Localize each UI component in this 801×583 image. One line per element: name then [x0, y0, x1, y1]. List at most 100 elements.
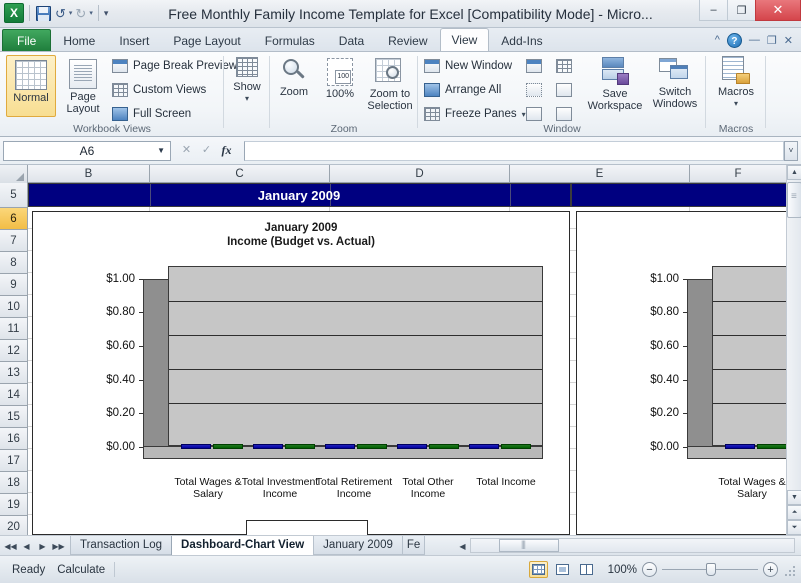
vertical-scrollbar[interactable]: ▲ ▼ ⏶ ⏷ — [786, 165, 801, 535]
sheet-tab-february[interactable]: Fe — [402, 536, 425, 555]
column-header-E[interactable]: E — [510, 165, 690, 183]
cancel-formula-button[interactable]: ✕ — [179, 143, 194, 158]
restore-button[interactable]: ❐ — [727, 0, 756, 21]
zoom-slider-knob[interactable] — [706, 563, 716, 576]
row-header-12[interactable]: 12 — [0, 340, 28, 362]
save-workspace-button[interactable]: Save Workspace — [584, 56, 646, 112]
page-layout-button[interactable]: Page Layout — [58, 55, 108, 117]
scroll-up-button[interactable]: ▲ — [787, 165, 801, 180]
column-header-F[interactable]: F — [690, 165, 787, 183]
row-header-18[interactable]: 18 — [0, 472, 28, 494]
custom-views-button[interactable]: Custom Views — [112, 81, 206, 99]
chevron-down-icon[interactable]: ▾ — [734, 98, 738, 110]
doc-restore-icon[interactable]: ❐ — [767, 34, 777, 47]
unhide-button[interactable] — [526, 105, 542, 123]
page-break-view-status-button[interactable] — [577, 561, 596, 578]
zoom-level-label[interactable]: 100% — [601, 564, 637, 576]
tab-insert[interactable]: Insert — [107, 29, 161, 51]
doc-close-icon[interactable]: ✕ — [784, 34, 793, 47]
sheet-tab-dashboard-chart-view[interactable]: Dashboard-Chart View — [171, 536, 314, 556]
page-break-preview-button[interactable]: Page Break Preview — [112, 57, 237, 75]
first-sheet-button[interactable]: ◀◀ — [3, 539, 18, 553]
zoom-button[interactable]: Zoom — [270, 58, 318, 98]
close-button[interactable]: ✕ — [755, 0, 801, 21]
tab-view[interactable]: View — [440, 28, 490, 51]
row-header-13[interactable]: 13 — [0, 362, 28, 384]
resize-grip[interactable] — [783, 564, 795, 576]
horizontal-scrollbar[interactable] — [470, 538, 795, 553]
row-header-14[interactable]: 14 — [0, 384, 28, 406]
tab-page-layout[interactable]: Page Layout — [161, 29, 252, 51]
zoom-to-selection-button[interactable]: Zoom to Selection — [362, 58, 418, 112]
scroll-down-button[interactable]: ▼ — [787, 490, 801, 505]
switch-windows-button[interactable]: Switch Windows — [646, 56, 704, 110]
row-header-17[interactable]: 17 — [0, 450, 28, 472]
vertical-scroll-thumb[interactable] — [787, 182, 801, 218]
row-header-11[interactable]: 11 — [0, 318, 28, 340]
collapse-ribbon-icon[interactable]: ^ — [715, 34, 720, 46]
zoom-out-button[interactable]: − — [642, 562, 657, 577]
previous-page-button[interactable]: ⏶ — [787, 505, 801, 520]
row-header-9[interactable]: 9 — [0, 274, 28, 296]
arrange-all-button[interactable]: Arrange All — [424, 81, 501, 99]
next-page-button[interactable]: ⏷ — [787, 520, 801, 535]
column-header-B[interactable]: B — [28, 165, 150, 183]
chart1-legend[interactable] — [246, 520, 368, 535]
show-button[interactable]: Show ▾ — [221, 57, 273, 105]
chart-february-2009[interactable]: Inc $1.00 $0.80 $0.60 $0.40 $0.20 $0.00 — [576, 211, 787, 535]
row-header-10[interactable]: 10 — [0, 296, 28, 318]
name-box[interactable]: A6 ▼ — [3, 141, 171, 161]
horizontal-scroll-thumb[interactable] — [499, 539, 559, 552]
freeze-panes-button[interactable]: Freeze Panes ▾ — [424, 105, 526, 123]
row-header-7[interactable]: 7 — [0, 230, 28, 252]
column-header-C[interactable]: C — [150, 165, 330, 183]
tab-review[interactable]: Review — [376, 29, 439, 51]
zoom-100-button[interactable]: 100 100% — [316, 58, 364, 100]
tab-add-ins[interactable]: Add-Ins — [489, 29, 554, 51]
split-button[interactable] — [526, 57, 542, 75]
sheet-tab-january-2009[interactable]: January 2009 — [313, 536, 403, 555]
expand-formula-bar-button[interactable]: ˅ — [784, 141, 798, 161]
synchronous-scrolling-button[interactable] — [556, 81, 572, 99]
next-sheet-button[interactable]: ▶ — [35, 539, 50, 553]
zoom-slider[interactable] — [662, 562, 758, 577]
formula-input[interactable] — [244, 141, 784, 161]
row-header-19[interactable]: 19 — [0, 494, 28, 516]
enter-formula-button[interactable]: ✓ — [199, 143, 214, 158]
tab-data[interactable]: Data — [327, 29, 376, 51]
row-header-8[interactable]: 8 — [0, 252, 28, 274]
tab-home[interactable]: Home — [51, 29, 107, 51]
previous-sheet-button[interactable]: ◀ — [19, 539, 34, 553]
page-layout-view-status-button[interactable] — [553, 561, 572, 578]
last-sheet-button[interactable]: ▶▶ — [51, 539, 66, 553]
zoom-in-button[interactable]: + — [763, 562, 778, 577]
hide-button[interactable] — [526, 81, 542, 99]
insert-function-button[interactable]: fx — [219, 143, 234, 158]
row-header-16[interactable]: 16 — [0, 428, 28, 450]
chevron-down-icon[interactable]: ▾ — [245, 93, 249, 105]
sheet-tab-transaction-log[interactable]: Transaction Log — [70, 536, 172, 555]
new-window-button[interactable]: New Window — [424, 57, 512, 75]
sheet-nav-buttons[interactable]: ◀◀ ◀ ▶ ▶▶ — [3, 539, 66, 553]
row-header-5[interactable]: 5 — [0, 183, 28, 208]
help-icon[interactable]: ? — [727, 33, 742, 48]
merged-title-cell[interactable]: January 2009 — [28, 183, 787, 207]
tab-file[interactable]: File — [2, 29, 51, 51]
row-header-6[interactable]: 6 — [0, 208, 28, 230]
chart-january-2009[interactable]: January 2009 Income (Budget vs. Actual) … — [32, 211, 570, 535]
bar-actual-total-retirement — [357, 444, 387, 449]
macros-button[interactable]: Macros ▾ — [708, 56, 764, 110]
view-side-by-side-button[interactable] — [556, 57, 572, 75]
normal-view-status-button[interactable] — [529, 561, 548, 578]
reset-window-position-button[interactable] — [556, 105, 572, 123]
tab-split-left-icon[interactable]: ◀ — [455, 539, 470, 553]
select-all-corner[interactable] — [0, 165, 28, 183]
normal-view-button[interactable]: Normal — [6, 55, 56, 117]
full-screen-button[interactable]: Full Screen — [112, 105, 191, 123]
row-header-15[interactable]: 15 — [0, 406, 28, 428]
minimize-button[interactable]: – — [699, 0, 728, 21]
chevron-down-icon[interactable]: ▼ — [157, 146, 165, 155]
tab-formulas[interactable]: Formulas — [253, 29, 327, 51]
doc-minimize-icon[interactable]: — — [749, 34, 760, 46]
column-header-D[interactable]: D — [330, 165, 510, 183]
